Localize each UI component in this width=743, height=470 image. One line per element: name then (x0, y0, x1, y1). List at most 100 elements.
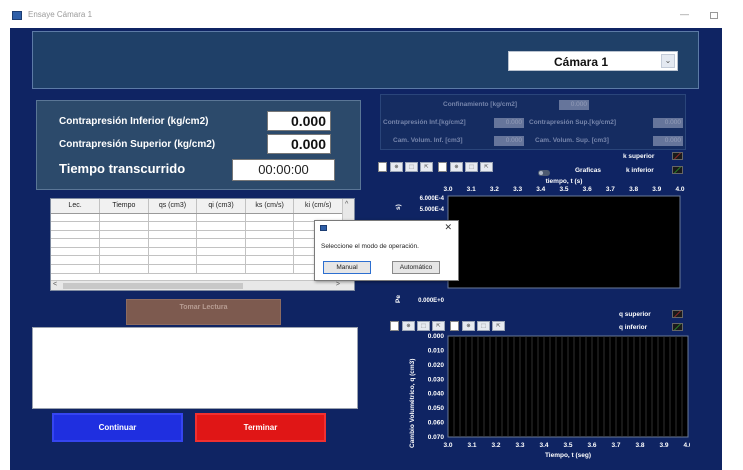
x-axis-title: Tiempo, t (seg) (545, 452, 591, 459)
x-tick-label: 3.5 (559, 186, 568, 193)
table-cell[interactable] (245, 238, 295, 248)
zoom-icon[interactable]: ⊕ (390, 162, 403, 172)
legend-q-superior: q superior (619, 311, 651, 318)
table-cell[interactable] (51, 255, 101, 266)
table-cell[interactable] (196, 264, 246, 274)
column-header: ki (cm/s) (293, 199, 343, 214)
table-row[interactable] (51, 221, 343, 231)
table-cell[interactable] (148, 230, 198, 240)
table-row[interactable] (51, 264, 343, 274)
cam-vol-sup-label: Cam. Volum. Sup. [cm3] (535, 137, 609, 144)
scroll-up-icon[interactable]: ^ (345, 201, 348, 208)
table-cell[interactable] (51, 264, 101, 274)
chevron-down-icon[interactable]: ⌄ (661, 54, 675, 68)
table-cell[interactable] (148, 221, 198, 231)
x-tick-label: 3.9 (659, 442, 668, 449)
x-tick-label: 4.0 (675, 186, 684, 193)
terminar-button[interactable]: Terminar (195, 413, 326, 442)
volume-change-graph[interactable]: 0.000 0.010 0.020 0.030 0.040 0.050 0.060 0.070… (370, 330, 690, 468)
table-cell[interactable] (51, 230, 101, 240)
maximize-icon[interactable] (710, 12, 718, 19)
plot-area[interactable] (447, 195, 681, 289)
readings-table[interactable]: Lec. Tiempo qs (cm3) qi (cm3) ks (cm/s) ki (c… (50, 198, 355, 291)
legend-k-superior-swatch[interactable] (672, 152, 683, 160)
automatico-button[interactable]: Automático (392, 261, 440, 274)
table-cell[interactable] (245, 230, 295, 240)
table-cell[interactable] (148, 213, 198, 223)
graph1-autoscale-checkbox[interactable] (378, 162, 387, 172)
superior-pressure-label: Contrapresión Superior (kg/cm2) (59, 139, 216, 150)
table-cell[interactable] (51, 247, 101, 257)
x-tick-label: 3.3 (515, 442, 524, 449)
inferior-pressure-label: Contrapresión Inferior (kg/cm2) (59, 116, 209, 127)
y-tick-label: 0.000E+0 (418, 298, 445, 304)
y-tick-label: 0.000 (428, 333, 445, 340)
table-cell[interactable] (99, 213, 149, 223)
table-cell[interactable] (99, 221, 149, 231)
table-cell[interactable] (196, 230, 246, 240)
close-icon[interactable]: ✕ (444, 222, 452, 233)
table-row[interactable] (51, 247, 343, 257)
legend-q-superior-swatch[interactable] (672, 310, 683, 318)
continuar-button[interactable]: Continuar (52, 413, 183, 442)
elapsed-time-value: 00:00:00 (232, 159, 335, 181)
manual-button[interactable]: Manual (323, 261, 371, 274)
camera-select[interactable]: Cámara 1 ⌄ (508, 51, 678, 71)
message-area[interactable] (32, 327, 358, 409)
tomar-lectura-button[interactable]: Tomar Lectura (126, 299, 281, 325)
legend-k-inferior-swatch[interactable] (672, 166, 683, 174)
graficas-label: Graficas (575, 167, 602, 174)
table-row[interactable] (51, 230, 343, 240)
table-cell[interactable] (245, 247, 295, 257)
table-cell[interactable] (51, 221, 101, 231)
table-cell[interactable] (245, 255, 295, 266)
cursor-icon[interactable]: ⇱ (420, 162, 433, 172)
table-cell[interactable] (196, 238, 246, 248)
table-cell[interactable] (148, 247, 198, 257)
table-cell[interactable] (148, 238, 198, 248)
pan-icon[interactable]: ⬚ (465, 162, 478, 172)
pan-icon[interactable]: ⬚ (405, 162, 418, 172)
operation-mode-dialog: ✕ Seleccione el modo de operación. Manua… (314, 220, 459, 281)
x-tick-label: 3.6 (583, 186, 592, 193)
table-row[interactable] (51, 255, 343, 266)
x-axis-title: tiempo, t (s) (546, 178, 583, 185)
y-tick-label: 5.000E-4 (420, 207, 445, 213)
app-panel: Cámara 1 ⌄ Contrapresión Inferior (kg/cm… (10, 28, 722, 470)
x-tick-label: 3.1 (467, 442, 476, 449)
column-header: ks (cm/s) (245, 199, 295, 214)
table-horizontal-scrollbar[interactable]: < > (51, 280, 354, 290)
table-cell[interactable] (245, 213, 295, 223)
table-cell[interactable] (245, 264, 295, 274)
scroll-thumb[interactable] (63, 283, 243, 289)
cursor-icon[interactable]: ⇱ (480, 162, 493, 172)
y-tick-label: 0.040 (428, 391, 445, 398)
minimize-icon[interactable]: — (680, 9, 689, 19)
x-tick-label: 3.0 (443, 442, 452, 449)
graph1-autoscale-checkbox-2[interactable] (438, 162, 447, 172)
scroll-left-icon[interactable]: < (53, 281, 57, 288)
table-cell[interactable] (51, 213, 101, 223)
table-cell[interactable] (196, 221, 246, 231)
table-cell[interactable] (196, 213, 246, 223)
table-cell[interactable] (148, 255, 198, 266)
table-cell[interactable] (245, 221, 295, 231)
table-cell[interactable] (99, 255, 149, 266)
table-cell[interactable] (196, 247, 246, 257)
y-axis-title-end: s) (395, 204, 402, 210)
cam-vol-inf-label: Cam. Volum. Inf. [cm3] (393, 137, 463, 144)
app-icon (320, 225, 327, 231)
table-cell[interactable] (196, 255, 246, 266)
graficas-toggle[interactable] (538, 170, 550, 176)
table-row[interactable] (51, 213, 343, 223)
table-cell[interactable] (51, 238, 101, 248)
scroll-right-icon[interactable]: > (336, 281, 340, 288)
table-cell[interactable] (99, 247, 149, 257)
table-cell[interactable] (99, 230, 149, 240)
table-cell[interactable] (148, 264, 198, 274)
table-cell[interactable] (99, 238, 149, 248)
table-cell[interactable] (99, 264, 149, 274)
confinement-panel: Confinamiento [kg/cm2] 0.000 Contrapresi… (380, 94, 686, 150)
zoom-icon[interactable]: ⊕ (450, 162, 463, 172)
table-row[interactable] (51, 238, 343, 248)
